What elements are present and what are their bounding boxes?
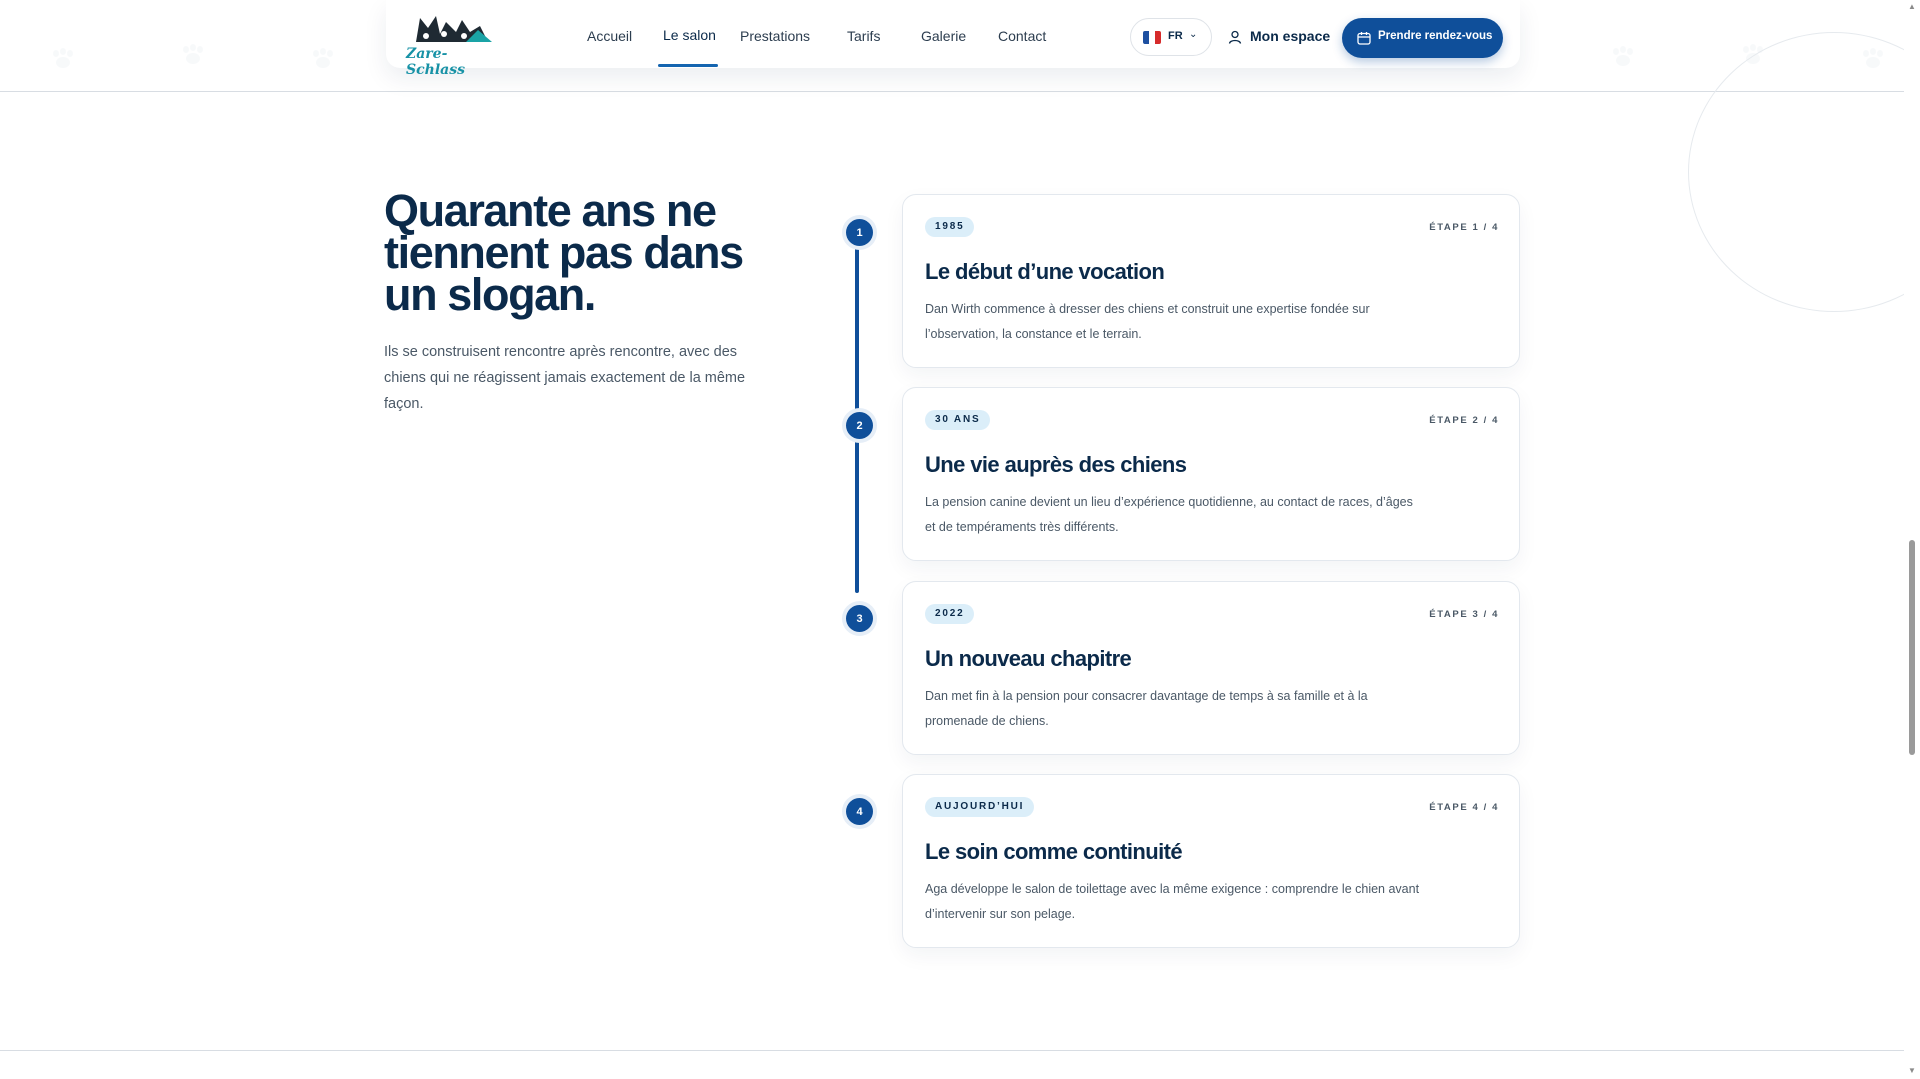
timeline-badge: 30 ANS [925,410,991,430]
scroll-down-arrow-icon[interactable]: ▼ [1908,1066,1916,1075]
paw-pattern-icon [1610,46,1636,68]
section-divider [0,1050,1904,1051]
timeline-step-label: ÉTAPE 1 / 4 [1429,222,1499,233]
nav-le-salon[interactable]: Le salon [663,27,716,43]
calendar-icon [1357,32,1371,45]
site-logo[interactable]: Zare-Schlass [406,12,496,78]
paw-pattern-icon [50,48,76,70]
timeline-card-title: Le début d’une vocation [925,259,1165,284]
timeline-card: AUJOURD’HUI ÉTAPE 4 / 4 Le soin comme co… [902,774,1520,948]
nav-accueil[interactable]: Accueil [587,28,632,44]
timeline-step-marker: 1 [846,219,873,246]
nav-prestations[interactable]: Prestations [740,28,810,44]
user-icon [1228,30,1242,44]
france-flag-icon [1143,31,1161,44]
scroll-up-arrow-icon[interactable]: ▲ [1908,2,1916,11]
timeline-badge: AUJOURD’HUI [925,797,1035,817]
timeline-badge: 1985 [925,217,975,237]
logo-text: Zare-Schlass [406,46,465,78]
timeline-card: 1985 ÉTAPE 1 / 4 Le début d’une vocation… [902,194,1520,368]
nav-tarifs[interactable]: Tarifs [847,28,880,44]
timeline-card-text: Aga développe le salon de toilettage ave… [925,882,1420,921]
active-nav-indicator [658,64,718,67]
navigation-bar: Zare-Schlass Accueil Le salon Prestation… [386,0,1520,78]
account-label: Mon espace [1250,28,1331,44]
cta-label: Prendre rendez-vous [1378,30,1493,42]
chevron-down-icon: ⌄ [1189,29,1198,40]
timeline-card-title: Un nouveau chapitre [925,646,1132,671]
timeline-card: 2022 ÉTAPE 3 / 4 Un nouveau chapitre Dan… [902,581,1520,755]
section-intro-text: Ils se construisent rencontre après renc… [384,344,746,412]
timeline-card-text: Dan Wirth commence à dresser des chiens … [925,302,1370,341]
scrollbar-thumb[interactable] [1909,540,1915,755]
timeline-card: 30 ANS ÉTAPE 2 / 4 Une vie auprès des ch… [902,387,1520,561]
language-code: FR [1168,30,1183,42]
timeline-card-text: Dan met fin à la pension pour consacrer … [925,689,1368,728]
section-title: Quarante ans ne tiennent pas dans un slo… [384,185,744,320]
timeline-step-label: ÉTAPE 4 / 4 [1429,802,1499,813]
timeline-step-marker: 3 [846,605,873,632]
nav-galerie[interactable]: Galerie [921,28,966,44]
timeline-step-marker: 2 [846,412,873,439]
timeline-card-title: Une vie auprès des chiens [925,452,1187,477]
timeline-card-title: Le soin comme continuité [925,839,1183,864]
timeline-card-text: La pension canine devient un lieu d’expé… [925,495,1413,534]
book-appointment-button[interactable]: Prendre rendez-vous [1342,18,1503,58]
timeline-step-label: ÉTAPE 3 / 4 [1429,609,1499,620]
paw-pattern-icon [180,44,206,66]
paw-pattern-icon [310,48,336,70]
timeline-step-label: ÉTAPE 2 / 4 [1429,415,1499,426]
page-scrollbar[interactable]: ▲ ▼ [1904,0,1920,1079]
timeline-badge: 2022 [925,604,975,624]
timeline-step-marker: 4 [846,798,873,825]
language-selector[interactable]: FR ⌄ [1130,18,1212,56]
nav-contact[interactable]: Contact [998,28,1046,44]
